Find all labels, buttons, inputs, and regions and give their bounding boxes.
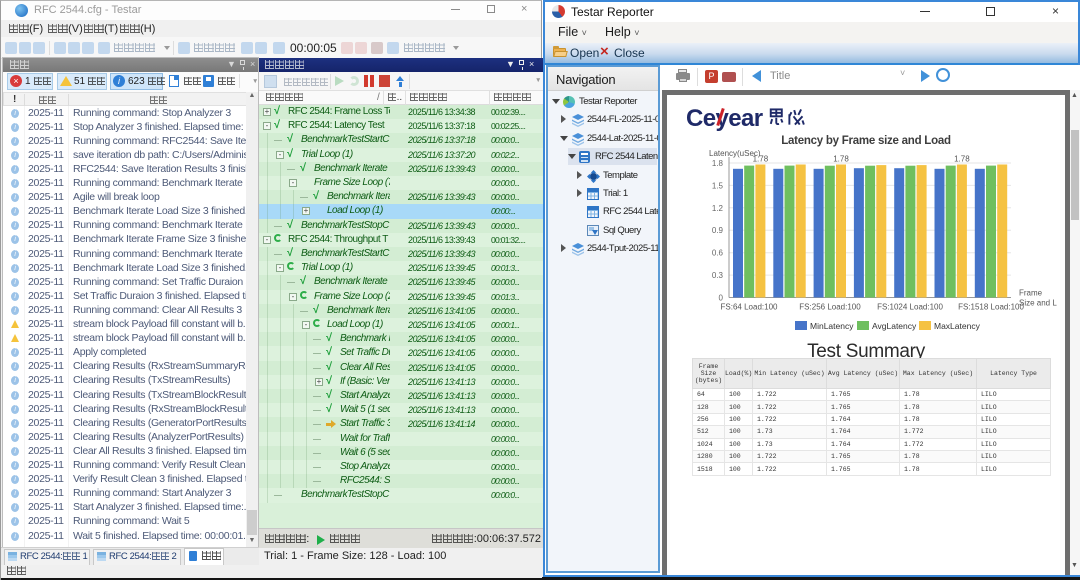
svg-text:FS:64 Load:100: FS:64 Load:100 xyxy=(721,303,778,312)
svg-text:FS:1518 Load:100: FS:1518 Load:100 xyxy=(958,303,1024,312)
svg-text:0.3: 0.3 xyxy=(712,271,724,280)
svg-text:1.78: 1.78 xyxy=(833,155,849,164)
svg-text:1.78: 1.78 xyxy=(954,155,970,164)
svg-text:0: 0 xyxy=(719,294,724,303)
svg-text:Frame: Frame xyxy=(1019,289,1043,298)
svg-text:FS:1024 Load:100: FS:1024 Load:100 xyxy=(877,303,943,312)
svg-text:Size and L: Size and L xyxy=(1019,299,1057,308)
svg-text:MaxLatency: MaxLatency xyxy=(934,321,981,331)
svg-text:1.2: 1.2 xyxy=(712,204,724,213)
svg-text:0.6: 0.6 xyxy=(712,249,724,258)
svg-text:1.5: 1.5 xyxy=(712,181,724,190)
svg-text:0.9: 0.9 xyxy=(712,226,724,235)
svg-text:AvgLatency: AvgLatency xyxy=(872,321,917,331)
svg-text:1.8: 1.8 xyxy=(712,159,724,168)
svg-text:MinLatency: MinLatency xyxy=(810,321,854,331)
svg-text:FS:256 Load:100: FS:256 Load:100 xyxy=(799,303,861,312)
svg-text:1.78: 1.78 xyxy=(753,155,769,164)
